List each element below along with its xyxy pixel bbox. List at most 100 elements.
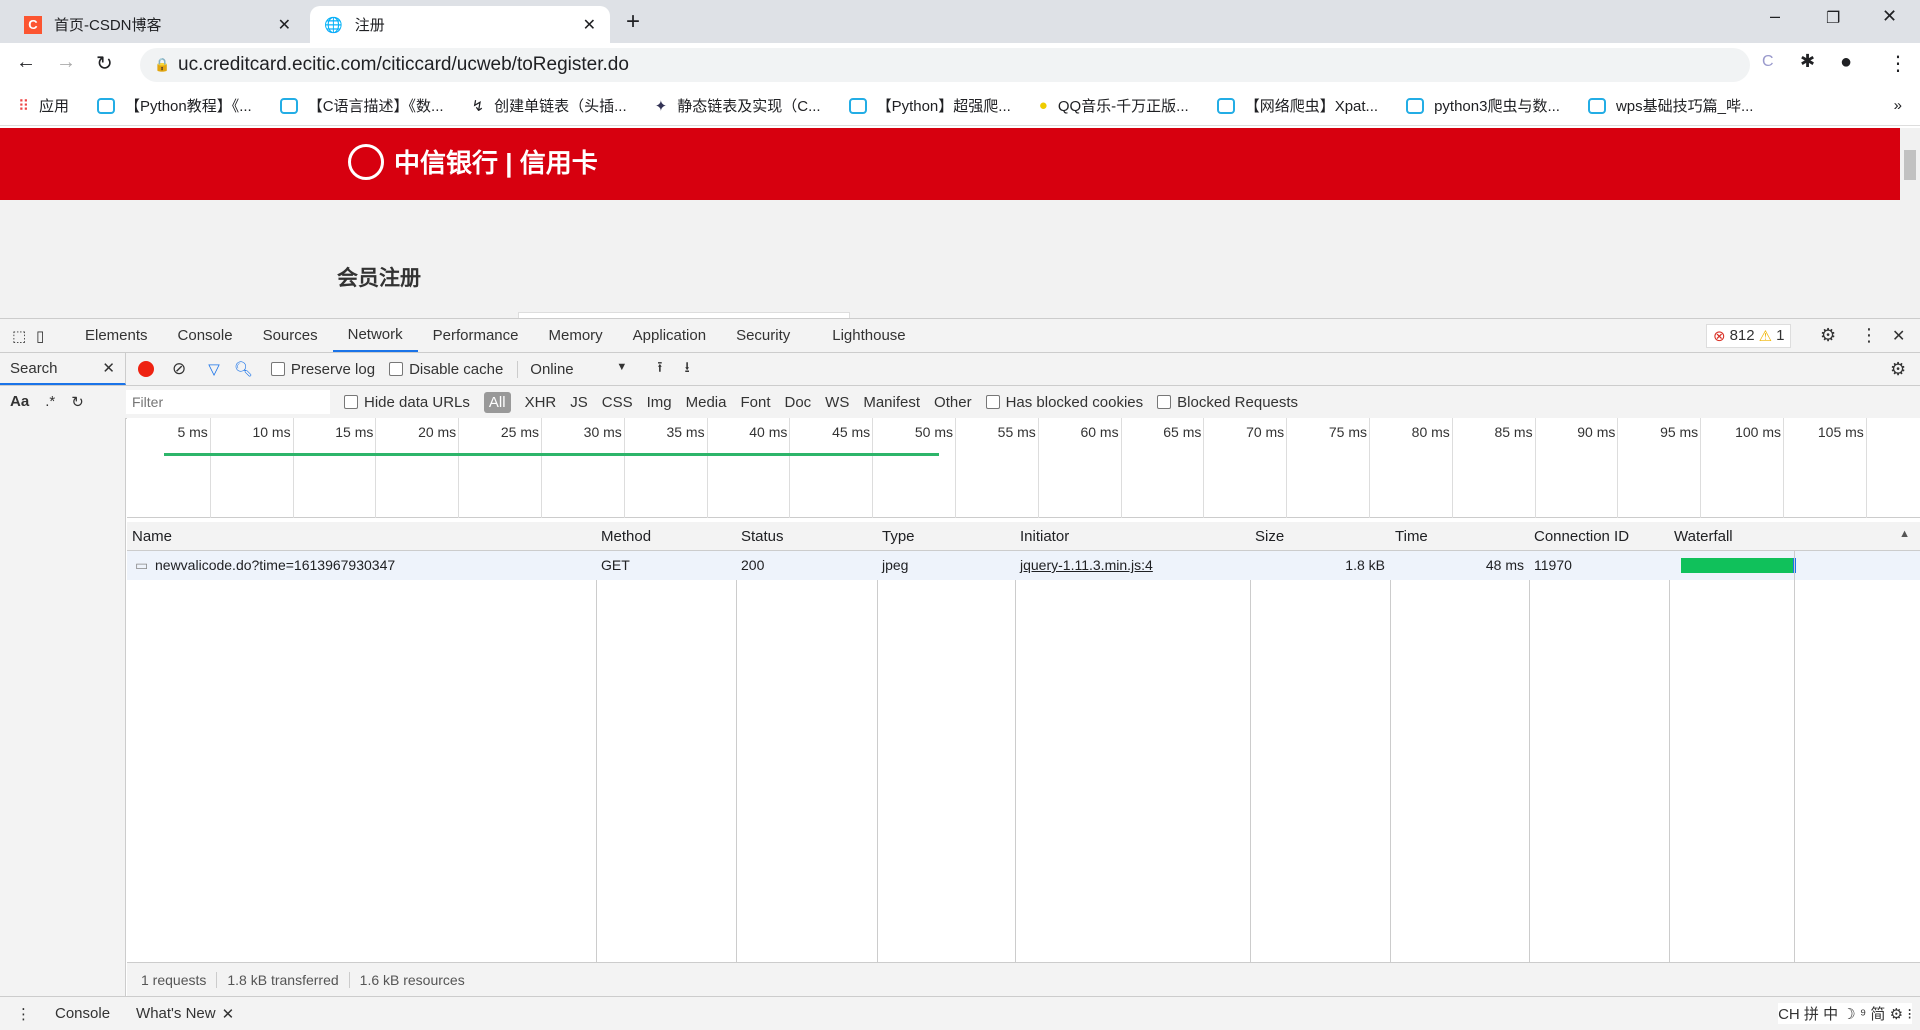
filter-all[interactable]: All	[483, 391, 511, 413]
forward-icon[interactable]: →	[56, 51, 76, 74]
tab-elements[interactable]: Elements	[70, 319, 163, 352]
tab-performance[interactable]: Performance	[418, 319, 534, 352]
sort-ascending-icon[interactable]: ▲	[1899, 528, 1910, 540]
qq-music-icon: ●	[1038, 97, 1048, 114]
bookmark[interactable]: ✦ 静态链表及实现（C...	[655, 95, 821, 116]
close-tab-icon[interactable]: ✕	[278, 15, 291, 35]
search-tab[interactable]: Search ✕	[0, 353, 126, 385]
ime-toolbar[interactable]: CH 拼 中 ☽ ⁹ 简 ⚙ ⁝	[1778, 1003, 1912, 1024]
more-bookmarks-button[interactable]: »	[1894, 97, 1902, 114]
match-case-icon[interactable]: Aa	[10, 393, 29, 411]
filter-xhr[interactable]: XHR	[525, 394, 557, 411]
close-window-button[interactable]: ✕	[1882, 6, 1897, 27]
tab-application[interactable]: Application	[618, 319, 721, 352]
filter-input[interactable]	[126, 390, 330, 414]
tab-memory[interactable]: Memory	[534, 319, 618, 352]
close-devtools-icon[interactable]: ✕	[1892, 326, 1905, 346]
import-har-icon[interactable]: ⭱	[657, 357, 662, 382]
reload-icon[interactable]: ↻	[96, 51, 113, 76]
settings-gear-icon[interactable]: ⚙	[1820, 325, 1836, 346]
address-bar[interactable]: 🔒 uc.creditcard.ecitic.com/citiccard/ucw…	[140, 48, 1750, 82]
citic-logo[interactable]: 中信银行 | 信用卡	[348, 143, 598, 180]
checkbox[interactable]	[1157, 395, 1172, 409]
bookmark[interactable]: python3爬虫与数...	[1406, 95, 1560, 116]
page-scrollbar[interactable]	[1900, 128, 1920, 318]
column-header-type[interactable]: Type	[877, 522, 1015, 551]
disable-cache-checkbox[interactable]: Disable cache	[389, 361, 503, 378]
throttling-select[interactable]: Online ▼	[517, 360, 627, 378]
back-icon[interactable]: ←	[16, 51, 36, 74]
column-header-size[interactable]: Size	[1250, 522, 1390, 551]
filter-img[interactable]: Img	[647, 394, 672, 411]
bookmark[interactable]: 【C语言描述】《数...	[279, 95, 444, 116]
column-header-name[interactable]: Name	[127, 522, 596, 551]
drawer-tab-console[interactable]: Console	[55, 1005, 110, 1022]
drawer-menu-icon[interactable]: ⋮	[16, 1005, 31, 1023]
bookmark[interactable]: ↯ 创建单链表（头插...	[472, 95, 627, 116]
more-options-icon[interactable]: ⋮	[1860, 325, 1878, 346]
issues-counter[interactable]: ⊗ 812 ⚠ 1	[1706, 323, 1792, 348]
filter-doc[interactable]: Doc	[784, 394, 811, 411]
waterfall-bar[interactable]	[1681, 558, 1796, 573]
profile-icon[interactable]: ●	[1840, 51, 1852, 74]
column-header-status[interactable]: Status	[736, 522, 877, 551]
hide-data-urls-checkbox[interactable]: Hide data URLs	[344, 394, 470, 411]
filter-other[interactable]: Other	[934, 394, 972, 411]
cell-name[interactable]: newvalicode.do?time=1613967930347	[155, 557, 395, 573]
refresh-search-icon[interactable]: ↻	[71, 393, 84, 411]
filter-manifest[interactable]: Manifest	[863, 394, 920, 411]
close-drawer-tab-icon[interactable]: ✕	[222, 1005, 235, 1023]
close-search-icon[interactable]: ✕	[102, 359, 115, 377]
new-tab-button[interactable]: +	[626, 8, 640, 36]
checkbox[interactable]	[344, 395, 358, 409]
column-header-waterfall[interactable]: Waterfall	[1669, 522, 1920, 551]
bookmark[interactable]: wps基础技巧篇_哔...	[1587, 95, 1753, 116]
search-icon[interactable]: 🔍︎	[234, 360, 253, 378]
drawer-tab-whats-new[interactable]: What's New	[136, 1005, 216, 1022]
preserve-log-checkbox[interactable]: Preserve log	[270, 361, 375, 378]
filter-media[interactable]: Media	[686, 394, 727, 411]
filter-icon[interactable]: ▽	[208, 360, 220, 378]
filter-ws[interactable]: WS	[825, 394, 849, 411]
menu-icon[interactable]: ⋮	[1888, 51, 1908, 76]
record-icon[interactable]	[138, 361, 154, 377]
bookmark[interactable]: ● QQ音乐-千万正版...	[1039, 95, 1189, 116]
network-settings-icon[interactable]: ⚙	[1890, 359, 1906, 380]
blocked-requests-checkbox[interactable]: Blocked Requests	[1157, 394, 1298, 411]
tab-network[interactable]: Network	[332, 319, 418, 352]
clear-icon[interactable]: ⊘	[172, 359, 186, 379]
column-header-time[interactable]: Time	[1390, 522, 1529, 551]
close-tab-icon[interactable]: ✕	[583, 15, 596, 35]
tab-sources[interactable]: Sources	[248, 319, 333, 352]
filter-font[interactable]: Font	[740, 394, 770, 411]
restore-button[interactable]: ❐	[1826, 8, 1840, 28]
bookmark[interactable]: 【网络爬虫】Xpat...	[1216, 95, 1378, 116]
bookmark[interactable]: 【Python教程】《...	[97, 95, 252, 116]
minimize-button[interactable]: –	[1770, 6, 1780, 27]
bookmark[interactable]: 【Python】超强爬...	[848, 95, 1011, 116]
tab-register[interactable]: 🌐 注册 ✕	[310, 6, 610, 43]
export-har-icon[interactable]: ⭳	[685, 357, 690, 382]
column-header-initiator[interactable]: Initiator	[1015, 522, 1250, 551]
tick-label: 15 ms	[335, 424, 374, 440]
cell-initiator[interactable]: jquery-1.11.3.min.js:4	[1020, 557, 1153, 573]
inspect-icon[interactable]: ⬚	[12, 327, 36, 345]
puzzle-icon[interactable]: ✱	[1800, 51, 1815, 72]
checkbox[interactable]	[270, 362, 285, 376]
extension-c-icon[interactable]: C	[1762, 53, 1774, 71]
has-blocked-cookies-checkbox[interactable]: Has blocked cookies	[985, 394, 1143, 411]
checkbox[interactable]	[389, 362, 404, 376]
checkbox[interactable]	[985, 395, 1000, 409]
tab-security[interactable]: Security	[721, 319, 805, 352]
tab-console[interactable]: Console	[163, 319, 248, 352]
regex-icon[interactable]: .*	[45, 393, 55, 411]
bookmark-apps[interactable]: ⠿ 应用	[18, 95, 69, 116]
filter-js[interactable]: JS	[570, 394, 588, 411]
column-header-method[interactable]: Method	[596, 522, 736, 551]
filter-css[interactable]: CSS	[602, 394, 633, 411]
overview-timeline[interactable]: 5 ms 10 ms 15 ms 20 ms 25 ms 30 ms 35 ms 40 ms 4…	[127, 418, 1920, 518]
device-toggle-icon[interactable]: ▯	[36, 327, 60, 345]
tab-csdn[interactable]: C 首页-CSDN博客 ✕	[10, 6, 305, 43]
tab-lighthouse[interactable]: Lighthouse	[817, 319, 920, 352]
column-header-connection-id[interactable]: Connection ID	[1529, 522, 1669, 551]
